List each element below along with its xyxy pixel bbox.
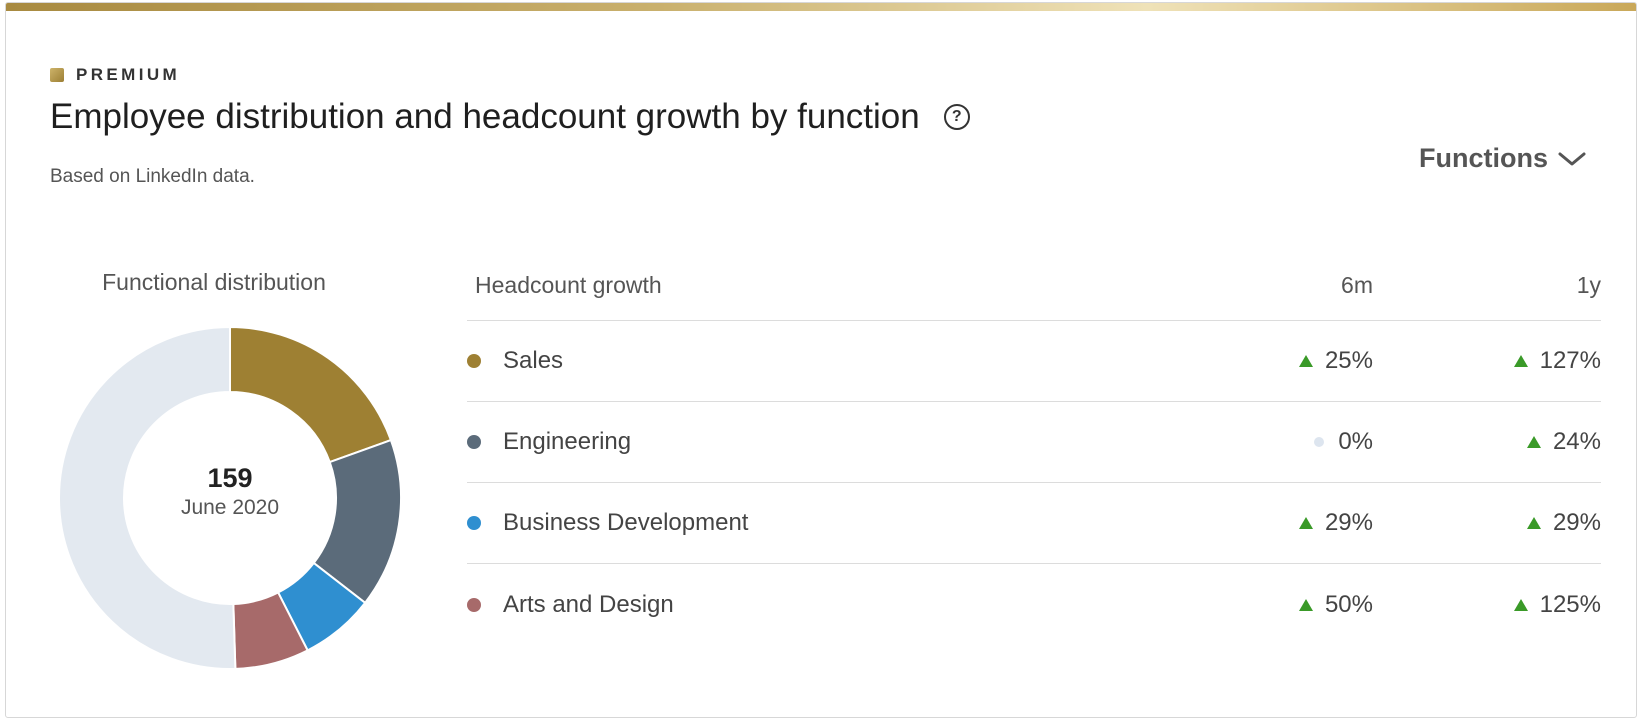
growth-1y-value: 29% [1552,509,1601,536]
function-name: Engineering [503,428,632,455]
growth-6m: 29% [1241,509,1381,537]
function-name-cell: Arts and Design [467,591,1241,619]
function-color-dot [467,516,481,530]
distribution-date: June 2020 [180,496,280,519]
trend-up-icon [1298,517,1313,529]
table-header: Headcount growth 6m 1y [467,251,1601,321]
headcount-growth-table: Headcount growth 6m 1y Sales 25% 127% Engin… [467,251,1601,645]
page-title: Employee distribution and headcount grow… [50,97,920,136]
total-employees: 159 [207,463,253,493]
functions-dropdown-label: Functions [1419,143,1548,173]
function-color-dot [467,354,481,368]
function-name: Business Development [503,509,749,536]
growth-6m: 0% [1241,428,1381,456]
premium-accent-bar [6,3,1636,11]
growth-1y: 29% [1381,509,1601,537]
growth-6m-value: 50% [1324,590,1373,618]
trend-up-icon [1298,355,1313,367]
headcount-card: PREMIUM Employee distribution and headco… [5,2,1637,718]
table-row[interactable]: Arts and Design 50% 125% [467,564,1601,645]
header-headcount-growth: Headcount growth [475,272,662,298]
distribution-heading: Functional distribution [102,269,326,295]
function-name-cell: Engineering [467,428,1241,456]
function-name: Sales [503,347,564,374]
growth-1y: 127% [1381,347,1601,375]
growth-1y: 125% [1381,591,1601,619]
trend-up-icon [1526,517,1541,529]
header-6m: 6m [1341,272,1373,298]
growth-1y-value: 127% [1539,347,1601,374]
table-row[interactable]: Business Development 29% 29% [467,483,1601,564]
function-name-cell: Business Development [467,509,1241,537]
function-color-dot [467,435,481,449]
chevron-down-icon [1558,152,1586,165]
growth-6m-value: 25% [1324,347,1373,374]
premium-badge: PREMIUM [50,65,180,85]
premium-label: PREMIUM [76,65,181,84]
growth-6m: 50% [1241,591,1381,619]
title-row: Employee distribution and headcount grow… [50,97,970,137]
donut-center: 159 June 2020 [52,463,408,520]
functions-dropdown[interactable]: Functions [1419,143,1586,174]
trend-up-icon [1526,436,1541,448]
question-circle-icon[interactable]: ? [943,104,970,130]
header-1y: 1y [1576,272,1601,298]
trend-flat-icon [1314,437,1325,447]
growth-1y: 24% [1381,428,1601,456]
premium-icon [50,68,64,82]
data-source-note: Based on LinkedIn data. [50,166,255,187]
growth-6m-value: 0% [1338,428,1373,455]
table-row[interactable]: Sales 25% 127% [467,321,1601,402]
growth-6m-value: 29% [1324,509,1373,536]
function-color-dot [467,597,481,612]
function-name-cell: Sales [467,347,1241,375]
trend-up-icon [1298,598,1313,611]
growth-1y-value: 24% [1552,428,1601,455]
function-name: Arts and Design [503,590,674,618]
table-row[interactable]: Engineering 0% 24% [467,402,1601,483]
donut-slice-sales[interactable] [229,325,393,464]
growth-1y-value: 125% [1539,590,1601,618]
growth-6m: 25% [1241,347,1381,375]
trend-up-icon [1513,598,1528,611]
trend-up-icon [1513,355,1528,367]
